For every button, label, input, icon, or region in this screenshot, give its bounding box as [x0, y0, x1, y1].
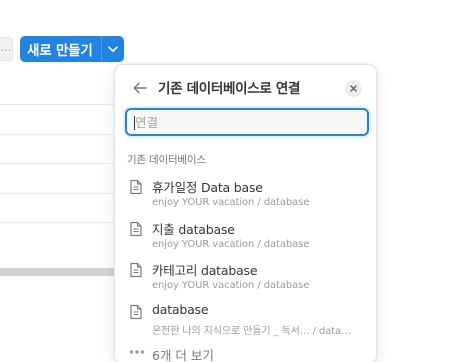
- close-icon: [350, 85, 357, 92]
- chevron-down-icon: [107, 45, 118, 52]
- database-item[interactable]: 지출 database enjoy YOUR vacation / databa…: [121, 218, 372, 256]
- search-field[interactable]: [125, 108, 369, 136]
- more-dots-icon: [129, 350, 145, 354]
- database-name: 휴가일정 Data base: [152, 180, 263, 195]
- database-path: enjoy YOUR vacation / database: [152, 239, 310, 250]
- page-icon: [130, 304, 142, 320]
- link-database-popover: 기존 데이터베이스로 연결 기존 데이터베이스 휴가일정 Data base e…: [114, 64, 377, 362]
- database-path: enjoy YOUR vacation / database: [152, 280, 310, 291]
- search-input[interactable]: [127, 110, 367, 134]
- text-caret: [134, 116, 135, 130]
- more-options-button[interactable]: …: [0, 37, 13, 61]
- popover-title: 기존 데이터베이스로 연결: [158, 81, 301, 97]
- table-row-divider: [0, 193, 114, 194]
- table-row-divider: [0, 163, 114, 164]
- new-button-group: 새로 만들기: [20, 36, 124, 62]
- database-path: 온전한 나의 지식으로 만들기 _ 독서… / data…: [152, 326, 352, 337]
- arrow-left-icon: [133, 82, 147, 94]
- section-label: 기존 데이터베이스: [127, 154, 206, 166]
- page-icon: [130, 179, 142, 195]
- new-button-label: 새로 만들기: [27, 43, 93, 59]
- back-button[interactable]: [131, 79, 149, 97]
- page-icon: [130, 221, 142, 237]
- database-name: 지출 database: [152, 222, 235, 237]
- show-more-button[interactable]: 6개 더 보기: [121, 342, 372, 362]
- database-item[interactable]: 휴가일정 Data base enjoy YOUR vacation / dat…: [121, 176, 372, 214]
- show-more-label: 6개 더 보기: [152, 348, 214, 362]
- database-name: 카테고리 database: [152, 263, 258, 278]
- table-row-divider: [0, 222, 114, 223]
- database-item[interactable]: database 온전한 나의 지식으로 만들기 _ 독서… / data…: [121, 301, 372, 339]
- table-row-divider: [0, 134, 114, 135]
- new-button[interactable]: 새로 만들기: [20, 36, 101, 62]
- close-button[interactable]: [345, 80, 362, 97]
- popover-header: 기존 데이터베이스로 연결: [115, 65, 376, 109]
- new-dropdown-button[interactable]: [102, 36, 124, 62]
- database-path: enjoy YOUR vacation / database: [152, 197, 310, 208]
- database-item[interactable]: 카테고리 database enjoy YOUR vacation / data…: [121, 259, 372, 297]
- more-options-glyph: …: [0, 41, 12, 54]
- table-row-divider: [0, 104, 114, 105]
- page-icon: [130, 262, 142, 278]
- horizontal-scrollbar[interactable]: [0, 268, 114, 276]
- database-name: database: [152, 302, 209, 317]
